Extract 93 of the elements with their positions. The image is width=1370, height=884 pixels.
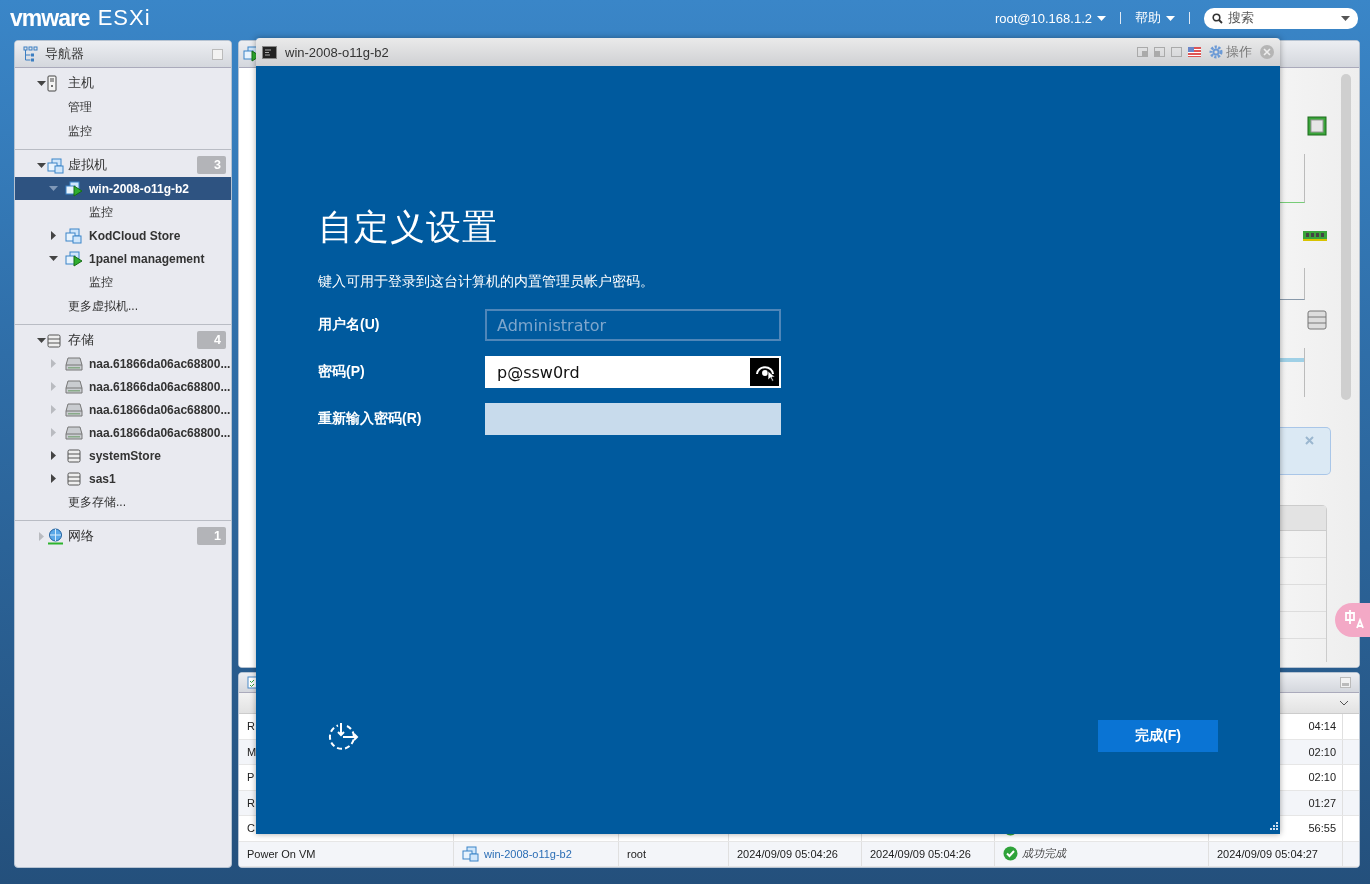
table-cell: 56:55	[1308, 822, 1336, 835]
search-field[interactable]: 搜索	[1204, 7, 1358, 29]
page-heading: 自定义设置	[318, 206, 499, 249]
text-field[interactable]	[485, 403, 781, 435]
chevron-down-icon[interactable]	[1339, 699, 1349, 706]
globe-icon	[47, 528, 64, 545]
collapsed-arrow-icon[interactable]	[50, 451, 56, 460]
window-size-icon[interactable]	[1137, 47, 1148, 57]
scrollbar-thumb[interactable]	[1341, 74, 1351, 400]
count-badge: 1	[197, 527, 226, 545]
tree-item[interactable]: KodCloud Store	[15, 224, 231, 247]
password-field[interactable]: p@ssw0rd	[485, 356, 781, 388]
tree-item[interactable]: 主机	[15, 72, 231, 95]
console-icon	[262, 45, 277, 59]
table-cell: 04:14	[1308, 720, 1336, 733]
collapsed-arrow-icon[interactable]	[50, 231, 56, 240]
tree-item[interactable]: 监控	[15, 200, 231, 224]
table-cell: R	[247, 796, 255, 809]
tree-item[interactable]: 管理	[15, 95, 231, 119]
tree-item[interactable]: 监控	[15, 270, 231, 294]
table-cell: M	[247, 745, 257, 758]
close-icon[interactable]	[1260, 45, 1274, 59]
collapsed-arrow-icon[interactable]	[50, 474, 56, 483]
status-text: 成功完成	[1022, 846, 1066, 862]
close-icon[interactable]	[1305, 436, 1314, 445]
table-cell: 2024/09/09 05:04:26	[737, 847, 838, 860]
vm-icon	[47, 157, 65, 174]
tree-item[interactable]: naa.61866da06ac68800...	[15, 352, 231, 375]
caret-icon	[1341, 15, 1350, 21]
tree-item[interactable]: sas1	[15, 467, 231, 490]
accessibility-icon[interactable]	[326, 721, 360, 751]
instruction-text: 键入可用于登录到这台计算机的内置管理员帐户密码。	[318, 273, 655, 291]
tree-item[interactable]: naa.61866da06ac68800...	[15, 375, 231, 398]
tree-icon	[23, 46, 39, 62]
tree-item[interactable]: 更多虚拟机...	[15, 294, 231, 318]
table-cell: R	[247, 720, 255, 733]
maximize-icon[interactable]	[1171, 47, 1182, 57]
table-cell: root	[627, 847, 646, 860]
window-title: win-2008-o11g-b2	[285, 44, 390, 60]
caret-icon	[1097, 15, 1106, 21]
field-label: 密码(P)	[318, 363, 366, 381]
flag-icon[interactable]	[1188, 47, 1201, 57]
vmware-logo: vmware	[10, 4, 90, 32]
database-icon	[67, 471, 81, 486]
tree-item[interactable]: systemStore	[15, 444, 231, 467]
tree-item[interactable]: 网络 1	[15, 525, 231, 548]
expanded-arrow-icon[interactable]	[36, 338, 46, 343]
finish-button[interactable]: 完成(F)	[1098, 720, 1218, 752]
minimize-icon[interactable]	[1340, 676, 1351, 688]
expanded-arrow-icon[interactable]	[36, 163, 46, 168]
tree-item[interactable]: naa.61866da06ac68800...	[15, 421, 231, 444]
table-cell: 2024/09/09 05:04:26	[870, 847, 971, 860]
count-badge: 4	[197, 331, 226, 349]
server-icon	[47, 75, 57, 92]
field-label: 用户名(U)	[318, 316, 381, 334]
table-cell: P	[247, 771, 255, 784]
minimize-icon[interactable]	[212, 48, 223, 60]
table-cell: Power On VM	[247, 847, 316, 860]
storage-icon	[1307, 310, 1327, 330]
actions-menu[interactable]: 操作	[1209, 43, 1252, 61]
table-cell: 02:10	[1308, 745, 1336, 758]
search-icon	[1212, 12, 1223, 24]
vm-icon	[462, 845, 480, 862]
database-icon	[67, 448, 81, 463]
caret-icon	[1166, 15, 1175, 21]
user-menu[interactable]: root@10.168.1.2	[994, 10, 1106, 26]
translate-icon[interactable]	[1335, 603, 1370, 637]
reveal-password-button[interactable]	[750, 358, 779, 386]
tree-item[interactable]: win-2008-o11g-b2	[15, 177, 231, 200]
gear-icon	[1209, 45, 1223, 59]
tree-item[interactable]: 1panel management	[15, 247, 231, 270]
chip-icon	[1307, 116, 1327, 136]
vm-link[interactable]: win-2008-o11g-b2	[484, 847, 572, 860]
panel-title: 导航器	[45, 45, 85, 63]
tree-item[interactable]: 存储 4	[15, 329, 231, 352]
database-icon	[47, 333, 61, 348]
table-cell: 01:27	[1308, 796, 1336, 809]
tree-item[interactable]: 更多存储...	[15, 490, 231, 514]
table-cell: 02:10	[1308, 771, 1336, 784]
expanded-arrow-icon[interactable]	[48, 256, 58, 261]
window-size-icon[interactable]	[1154, 47, 1165, 57]
table-cell: C	[247, 822, 255, 835]
help-menu[interactable]: 帮助	[1135, 9, 1175, 27]
memory-icon	[1303, 230, 1327, 241]
expanded-arrow-icon[interactable]	[36, 81, 46, 86]
product-name: ESXi	[97, 5, 151, 31]
tree-item[interactable]: 监控	[15, 119, 231, 143]
field-label: 重新输入密码(R)	[318, 410, 423, 428]
table-cell: 2024/09/09 05:04:27	[1217, 847, 1318, 860]
count-badge: 3	[197, 156, 226, 174]
resize-grip-icon[interactable]	[1268, 822, 1278, 832]
tree-item[interactable]: 虚拟机 3	[15, 154, 231, 177]
tree-item[interactable]: naa.61866da06ac68800...	[15, 398, 231, 421]
